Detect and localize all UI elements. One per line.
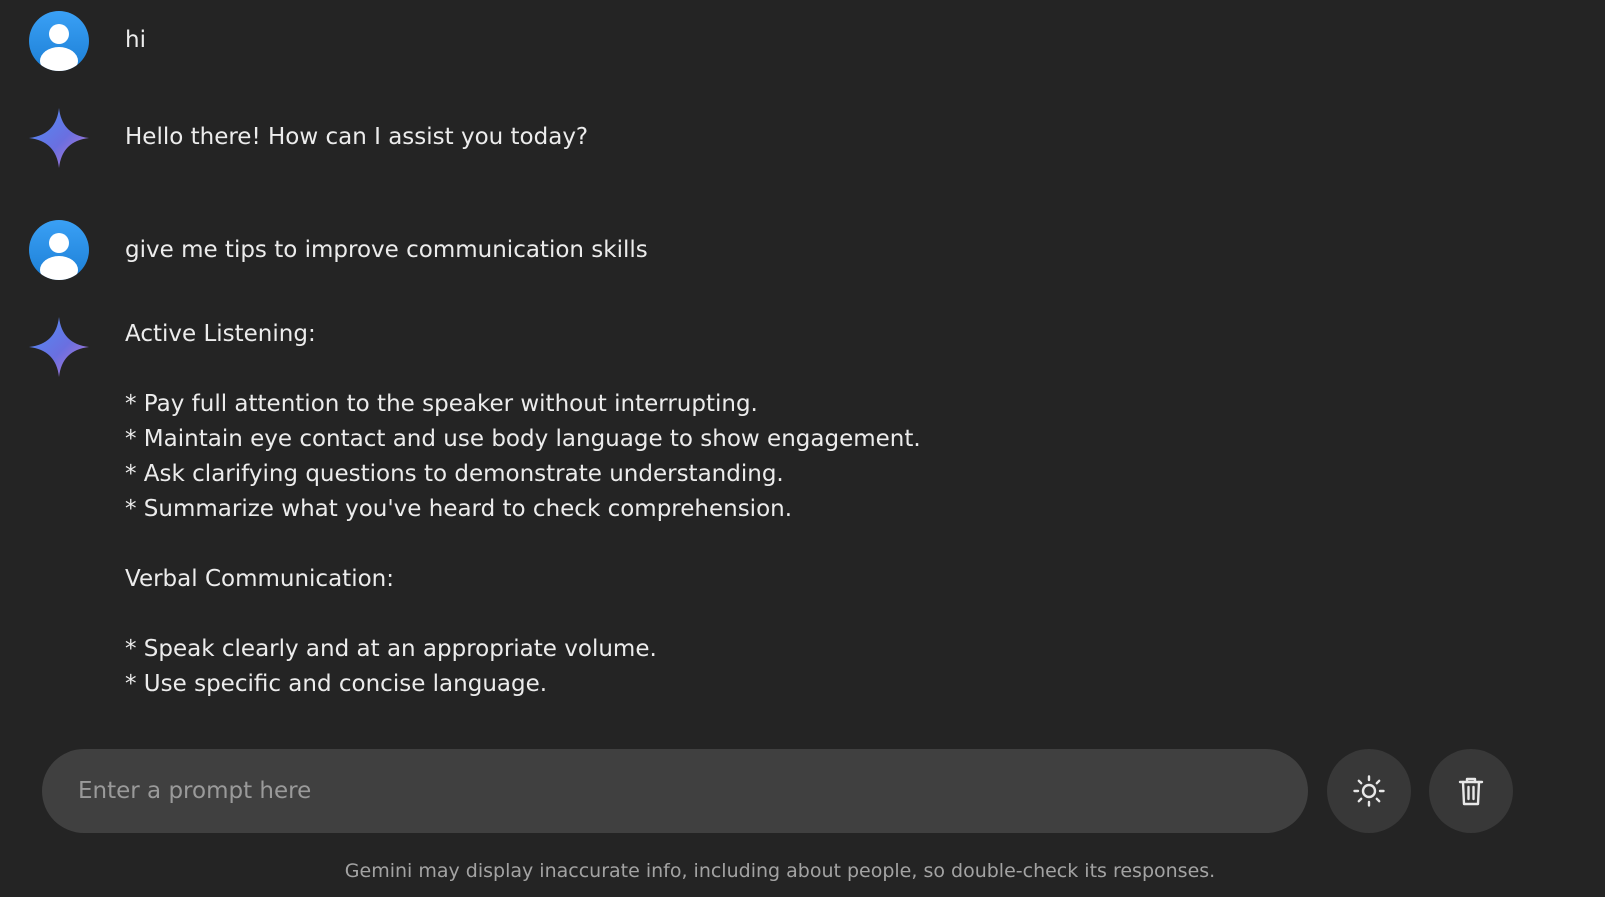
theme-toggle-button[interactable]: [1327, 749, 1411, 833]
sun-icon: [1352, 774, 1386, 808]
prompt-bar: [42, 749, 1308, 833]
gemini-sparkle-icon: [29, 317, 89, 377]
gemini-sparkle-icon: [29, 108, 89, 168]
chat-list: hi Hello there! How can I assist you tod…: [0, 0, 1605, 728]
delete-chat-button[interactable]: [1429, 749, 1513, 833]
user-avatar-icon: [29, 220, 89, 280]
user-avatar-icon: [29, 11, 89, 71]
message-text: Active Listening: * Pay full attention t…: [125, 321, 921, 728]
message-text: hi: [125, 27, 146, 53]
message-text: Hello there! How can I assist you today?: [125, 124, 589, 150]
trash-icon: [1454, 774, 1488, 808]
disclaimer-text: Gemini may display inaccurate info, incl…: [344, 860, 1216, 882]
chat-app: hi Hello there! How can I assist you tod…: [0, 0, 1605, 897]
chat-list-clip: [0, 700, 1605, 728]
prompt-input[interactable]: [78, 749, 1268, 833]
message-text: give me tips to improve communication sk…: [125, 237, 648, 263]
